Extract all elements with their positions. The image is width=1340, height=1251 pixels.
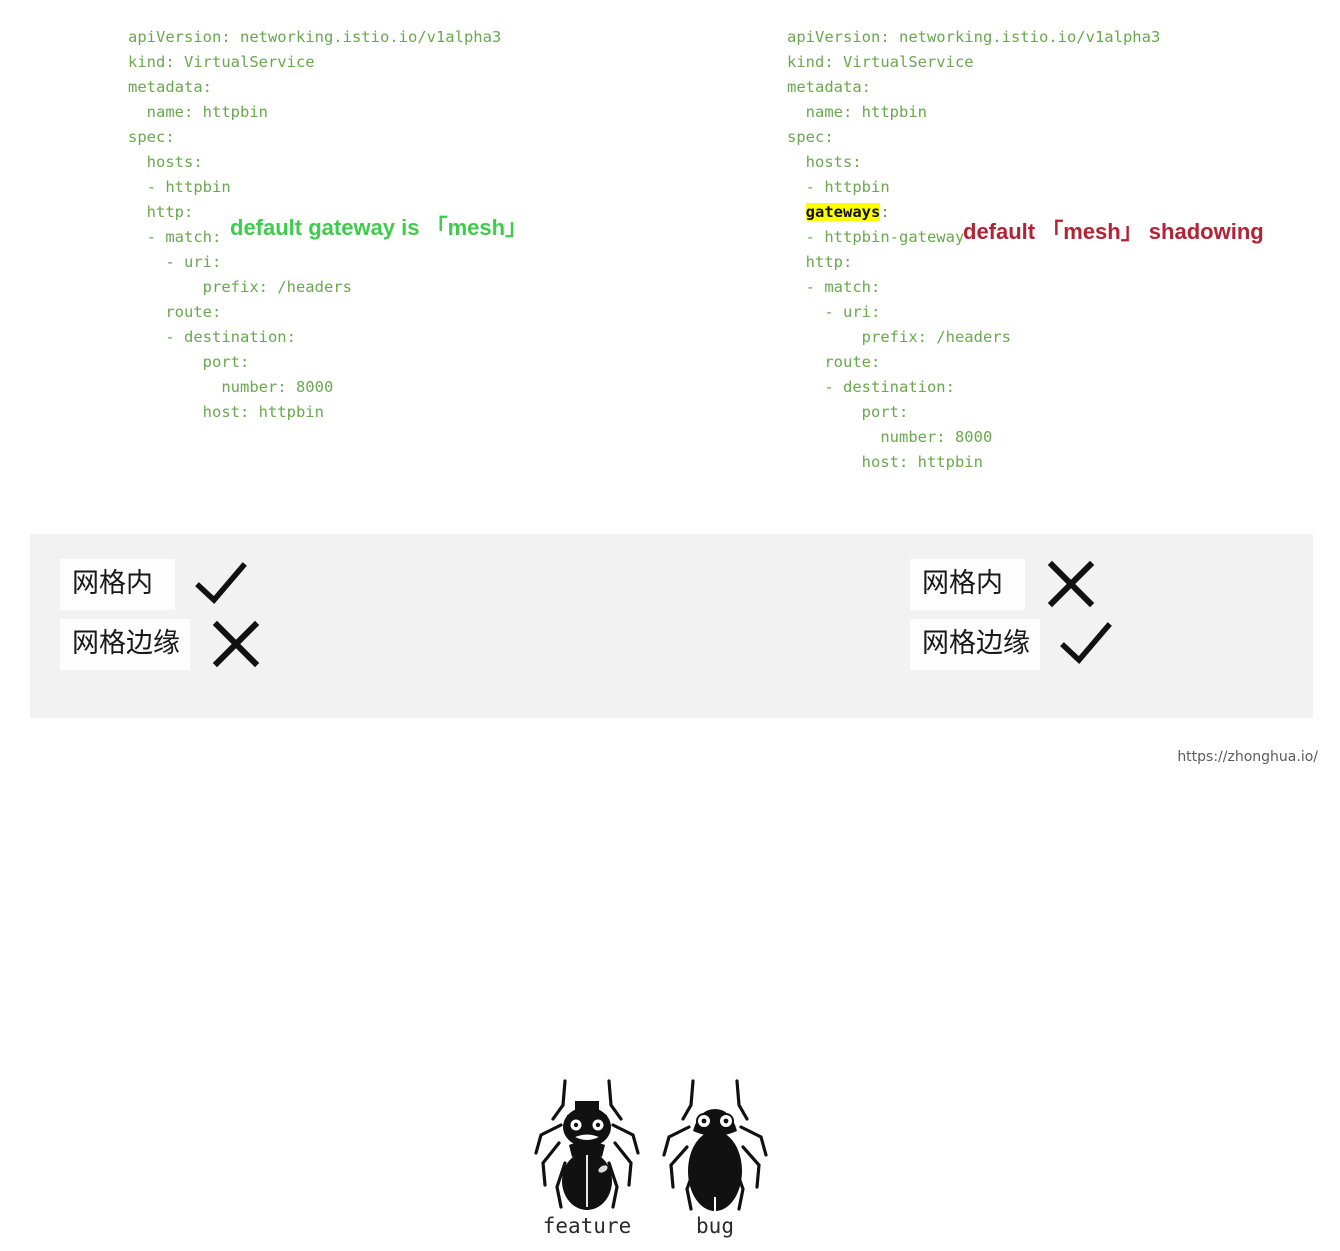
annotation-default-gateway-mesh: default gateway is 「mesh」 <box>230 215 528 240</box>
code-line: metadata: <box>787 78 871 96</box>
comparison-row: 网格内 <box>910 556 1114 612</box>
code-line: port: <box>128 353 250 371</box>
comparison-column-right: 网格内 网格边缘 <box>910 556 1114 672</box>
annotation-default-mesh-shadowing: default 「mesh」 shadowing <box>963 219 1264 244</box>
comparison-label-mesh-edge: 网格边缘 <box>60 618 190 670</box>
code-line: name: httpbin <box>787 103 927 121</box>
cross-icon <box>208 616 264 672</box>
code-line: - httpbin <box>787 178 890 196</box>
code-line: route: <box>128 303 222 321</box>
code-line: - match: <box>787 278 881 296</box>
code-line: - destination: <box>128 328 296 346</box>
code-line: number: 8000 <box>787 428 993 446</box>
cross-icon <box>1043 556 1099 612</box>
bug-figure-feature: feature <box>527 1071 647 1238</box>
beetle-icon <box>655 1071 775 1216</box>
code-line: host: httpbin <box>128 403 324 421</box>
comparison-row: 网格内 <box>60 556 264 612</box>
check-icon <box>193 556 249 612</box>
code-line: prefix: /headers <box>128 278 352 296</box>
code-line: apiVersion: networking.istio.io/v1alpha3 <box>128 28 502 46</box>
comparison-column-left: 网格内 网格边缘 <box>60 556 264 672</box>
code-block-right: apiVersion: networking.istio.io/v1alpha3… <box>787 25 1160 475</box>
code-line: hosts: <box>128 153 203 171</box>
code-line: spec: <box>787 128 834 146</box>
code-line: prefix: /headers <box>787 328 1011 346</box>
highlighted-token-gateways: gateways <box>805 203 881 221</box>
code-line: port: <box>787 403 909 421</box>
code-line: host: httpbin <box>787 453 983 471</box>
bug-caption-feature: feature <box>542 1214 632 1238</box>
comparison-label-in-mesh: 网格内 <box>910 558 1025 610</box>
bug-caption-bug: bug <box>696 1214 734 1238</box>
beetle-with-hat-icon <box>527 1071 647 1216</box>
code-line: name: httpbin <box>128 103 268 121</box>
comparison-row: 网格边缘 <box>60 616 264 672</box>
comparison-label-mesh-edge: 网格边缘 <box>910 618 1040 670</box>
code-line: spec: <box>128 128 175 146</box>
code-line: number: 8000 <box>128 378 334 396</box>
check-icon <box>1058 616 1114 672</box>
code-line: kind: VirtualService <box>787 53 974 71</box>
code-line: - uri: <box>787 303 881 321</box>
comparison-row: 网格边缘 <box>910 616 1114 672</box>
code-line: metadata: <box>128 78 212 96</box>
code-line: apiVersion: networking.istio.io/v1alpha3 <box>787 28 1161 46</box>
code-line: - uri: <box>128 253 222 271</box>
code-line: - httpbin <box>128 178 231 196</box>
footer-url: https://zhonghua.io/ <box>1177 749 1318 765</box>
code-line: hosts: <box>787 153 862 171</box>
code-line: http: <box>787 253 853 271</box>
bug-illustrations: feature bug <box>527 1071 787 1251</box>
bug-figure-bug: bug <box>655 1071 775 1238</box>
code-line: kind: VirtualService <box>128 53 315 71</box>
comparison-panel: 网格内 网格边缘 网格内 网格边缘 feature bug <box>30 534 1313 1238</box>
code-line: - destination: <box>787 378 955 396</box>
comparison-label-in-mesh: 网格内 <box>60 558 175 610</box>
code-line: route: <box>787 353 881 371</box>
